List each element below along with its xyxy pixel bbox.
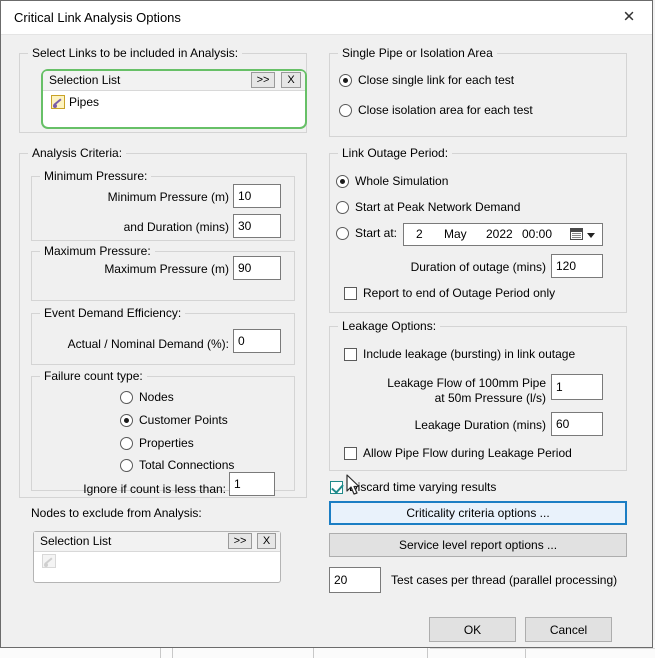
links-selection-list[interactable]: Selection List >> X Pipes [41, 69, 307, 129]
select-links-legend: Select Links to be included in Analysis: [28, 46, 243, 60]
radio-start-peak-demand-indicator [336, 201, 349, 214]
close-icon: ✕ [622, 8, 636, 26]
links-selection-list-title: Selection List [49, 73, 121, 87]
chevron-down-icon[interactable] [587, 233, 595, 238]
duration-of-outage-input[interactable] [551, 254, 603, 278]
ignore-count-input[interactable] [229, 472, 275, 496]
actual-nominal-demand-input[interactable] [233, 329, 281, 353]
date-day: 2 [416, 227, 423, 241]
ignore-count-label: Ignore if count is less than: [83, 482, 226, 496]
maximum-pressure-input[interactable] [233, 256, 281, 280]
close-button[interactable]: ✕ [606, 1, 652, 33]
criticality-criteria-options-button[interactable]: Criticality criteria options ... [329, 501, 627, 525]
duration-input[interactable] [233, 214, 281, 238]
node-icon-disabled [42, 554, 56, 568]
radio-total-connections-indicator [120, 459, 133, 472]
minimum-pressure-label: Minimum Pressure (m) [107, 190, 229, 204]
service-level-report-options-button[interactable]: Service level report options ... [329, 533, 627, 557]
links-clear-button[interactable]: X [281, 72, 301, 88]
test-cases-per-thread-label: Test cases per thread (parallel processi… [391, 573, 618, 587]
failure-count-legend: Failure count type: [40, 369, 147, 383]
links-browse-button[interactable]: >> [251, 72, 275, 88]
single-pipe-group: Single Pipe or Isolation Area [329, 46, 627, 137]
exclude-list-title: Selection List [40, 534, 112, 548]
single-pipe-legend: Single Pipe or Isolation Area [338, 46, 497, 60]
event-demand-legend: Event Demand Efficiency: [40, 306, 186, 320]
leakage-options-legend: Leakage Options: [338, 319, 441, 333]
actual-nominal-demand-label: Actual / Nominal Demand (%): [67, 337, 229, 351]
leakage-duration-input[interactable] [551, 412, 603, 436]
title-bar: Critical Link Analysis Options ✕ [1, 1, 652, 35]
radio-whole-simulation-indicator [336, 175, 349, 188]
minimum-pressure-legend: Minimum Pressure: [40, 169, 152, 183]
date-month: May [444, 227, 467, 241]
link-outage-legend: Link Outage Period: [338, 146, 453, 160]
checkbox-discard-time-varying-box [330, 481, 343, 494]
duration-of-outage-label: Duration of outage (mins) [410, 260, 546, 274]
checkbox-include-leakage-box [344, 348, 357, 361]
list-item[interactable] [42, 554, 60, 568]
exclude-nodes-selection-list[interactable]: Selection List >> X [33, 531, 281, 583]
duration-label: and Duration (mins) [123, 220, 229, 234]
checkbox-allow-pipe-flow-box [344, 447, 357, 460]
radio-start-at-indicator [336, 227, 349, 240]
date-year: 2022 [486, 227, 513, 241]
minimum-pressure-input[interactable] [233, 184, 281, 208]
leakage-flow-label-line1: Leakage Flow of 100mm Pipe [387, 376, 546, 390]
start-at-datetime-picker[interactable]: 2 May 2022 00:00 [403, 223, 603, 246]
checkbox-report-end-outage-box [344, 287, 357, 300]
date-time: 00:00 [522, 227, 553, 241]
calendar-icon[interactable] [570, 228, 583, 240]
maximum-pressure-label: Maximum Pressure (m) [104, 262, 229, 276]
exclude-nodes-label: Nodes to exclude from Analysis: [31, 506, 202, 520]
window-title: Critical Link Analysis Options [14, 10, 181, 25]
leakage-flow-label-line2: at 50m Pressure (l/s) [434, 391, 546, 405]
analysis-criteria-legend: Analysis Criteria: [28, 146, 127, 160]
critical-link-analysis-dialog: Critical Link Analysis Options ✕ Select … [0, 0, 653, 648]
radio-nodes-indicator [120, 391, 133, 404]
test-cases-per-thread-input[interactable] [329, 567, 381, 593]
ok-button[interactable]: OK [429, 617, 516, 642]
list-item[interactable]: Pipes [51, 95, 99, 109]
pipe-icon [51, 95, 65, 109]
radio-close-single-link-indicator [339, 74, 352, 87]
leakage-flow-input[interactable] [551, 374, 603, 400]
radio-properties-indicator [120, 437, 133, 450]
exclude-browse-button[interactable]: >> [228, 533, 252, 549]
exclude-clear-button[interactable]: X [257, 533, 276, 549]
leakage-duration-label: Leakage Duration (mins) [414, 418, 546, 432]
radio-customer-points-indicator [120, 414, 133, 427]
radio-close-isolation-area-indicator [339, 104, 352, 117]
cancel-button[interactable]: Cancel [525, 617, 612, 642]
maximum-pressure-legend: Maximum Pressure: [40, 244, 155, 258]
